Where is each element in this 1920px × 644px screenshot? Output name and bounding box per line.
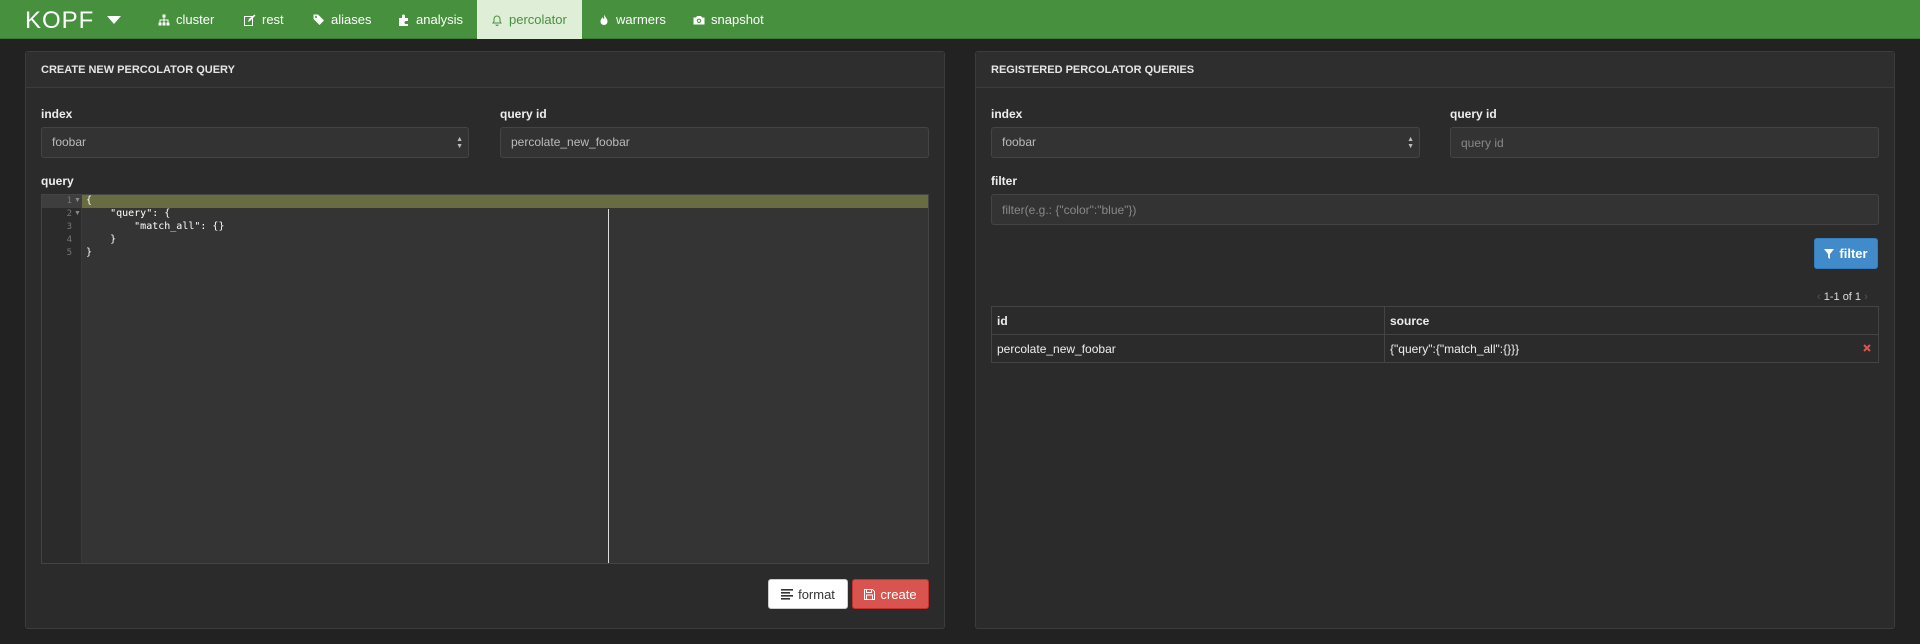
filter-button-label: filter	[1839, 246, 1868, 261]
column-header-id[interactable]: id	[991, 306, 1385, 335]
editor-active-line	[82, 195, 928, 208]
index-label: index	[41, 107, 73, 121]
fold-arrow-icon[interactable]: ▼	[74, 197, 81, 204]
delete-icon[interactable]	[1861, 342, 1873, 354]
tags-icon	[313, 14, 324, 25]
create-panel-title: CREATE NEW PERCOLATOR QUERY	[26, 52, 944, 88]
percolator-queries-table: id source percolate_new_foobar {"query":…	[991, 306, 1879, 363]
edit-icon	[244, 14, 256, 26]
registered-query-id-input-wrap	[1450, 127, 1879, 158]
query-editor[interactable]: 1 ▼ 2 ▼ 3 4 5 { "query": { "match_all": …	[41, 194, 929, 564]
nav-snapshot-label: snapshot	[711, 11, 764, 27]
row-id-cell: percolate_new_foobar	[991, 334, 1385, 363]
top-navbar: KOPF cluster rest aliases analysis perco…	[0, 0, 1920, 39]
nav-analysis[interactable]: analysis	[384, 0, 477, 39]
query-label: query	[41, 174, 74, 188]
select-arrows-icon: ▲ ▼	[1407, 136, 1414, 150]
registered-query-id-label: query id	[1450, 107, 1497, 121]
editor-print-margin	[608, 209, 609, 563]
filter-icon	[1824, 248, 1835, 259]
line-number: 1	[66, 196, 72, 206]
save-icon	[864, 588, 876, 600]
pagination: ‹ 1-1 of 1 ›	[1817, 291, 1868, 303]
nav-snapshot[interactable]: snapshot	[679, 0, 778, 39]
code-line: }	[86, 234, 117, 245]
puzzle-icon	[399, 14, 408, 26]
nav-rest-label: rest	[262, 11, 284, 27]
registered-panel-title: REGISTERED PERCOLATOR QUERIES	[976, 52, 1894, 88]
nav-analysis-label: analysis	[416, 11, 463, 27]
sitemap-icon	[158, 14, 170, 25]
camera-icon	[693, 15, 705, 24]
nav-cluster-label: cluster	[176, 11, 215, 27]
nav-warmers-label: warmers	[616, 11, 666, 27]
fold-arrow-icon[interactable]: ▼	[74, 210, 81, 217]
row-source-text: {"query":{"match_all":{}}}	[1390, 341, 1520, 356]
next-page-icon[interactable]: ›	[1861, 291, 1868, 303]
line-number: 3	[66, 222, 72, 232]
bell-icon	[492, 15, 502, 26]
nav-percolator[interactable]: percolator	[477, 0, 582, 39]
index-select-value: foobar	[52, 135, 87, 149]
line-number: 5	[66, 248, 72, 258]
nav-aliases-label: aliases	[331, 11, 372, 27]
format-button-label: format	[798, 586, 835, 602]
index-select[interactable]: foobar ▲ ▼	[41, 127, 469, 158]
query-id-input[interactable]: percolate_new_foobar	[500, 127, 929, 158]
code-line: "match_all": {}	[86, 221, 225, 232]
registered-index-value: foobar	[1002, 135, 1037, 149]
format-button[interactable]: format	[768, 579, 848, 609]
row-source-cell: {"query":{"match_all":{}}}	[1384, 334, 1879, 363]
code-line: }	[86, 247, 93, 258]
registered-query-id-input[interactable]	[1461, 128, 1868, 157]
align-left-icon	[781, 588, 794, 600]
filter-input[interactable]	[1002, 195, 1868, 224]
nav-cluster[interactable]: cluster	[144, 0, 228, 39]
query-id-value: percolate_new_foobar	[511, 135, 630, 149]
brand-logo[interactable]: KOPF	[25, 7, 94, 35]
prev-page-icon[interactable]: ‹	[1817, 291, 1824, 303]
editor-code-area[interactable]: { "query": { "match_all": {} } }	[82, 195, 928, 563]
nav-warmers[interactable]: warmers	[584, 0, 680, 39]
editor-gutter: 1 ▼ 2 ▼ 3 4 5	[42, 195, 82, 563]
code-line: "query": {	[86, 208, 171, 219]
registered-index-label: index	[991, 107, 1023, 121]
create-button[interactable]: create	[852, 579, 929, 609]
code-line: {	[86, 195, 93, 206]
nav-rest[interactable]: rest	[230, 0, 298, 39]
fire-icon	[600, 14, 608, 25]
filter-label: filter	[991, 174, 1018, 188]
line-number: 4	[66, 235, 72, 245]
table-row: percolate_new_foobar {"query":{"match_al…	[991, 334, 1879, 363]
nav-aliases[interactable]: aliases	[299, 0, 385, 39]
table-header-row: id source	[991, 306, 1879, 335]
nav-percolator-label: percolator	[509, 11, 567, 27]
line-number: 2	[66, 209, 72, 219]
brand-dropdown-caret-icon[interactable]	[107, 16, 121, 24]
filter-input-wrap	[991, 194, 1879, 225]
column-header-source[interactable]: source	[1384, 306, 1879, 335]
filter-button[interactable]: filter	[1814, 238, 1878, 269]
create-button-label: create	[880, 586, 917, 602]
pagination-text: 1-1 of 1	[1823, 291, 1862, 303]
registered-index-select[interactable]: foobar ▲ ▼	[991, 127, 1420, 158]
query-id-label: query id	[500, 107, 547, 121]
select-arrows-icon: ▲ ▼	[456, 136, 463, 150]
